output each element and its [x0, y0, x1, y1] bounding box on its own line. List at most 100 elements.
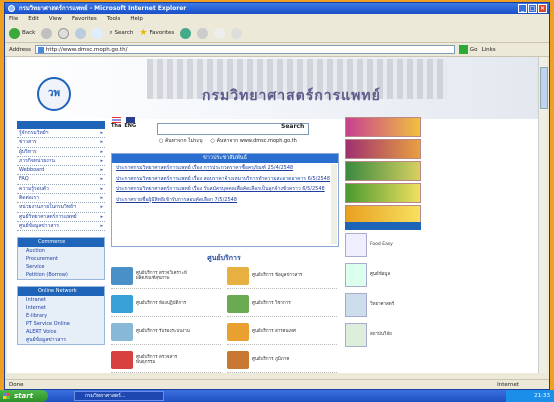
nav-item[interactable]: ผู้บริหาร: [17, 148, 105, 157]
menu-view[interactable]: View: [49, 14, 62, 24]
online-item[interactable]: Intranet: [18, 296, 104, 304]
news-item[interactable]: ประกาศกรมวิทยาศาสตร์การแพทย์ เรื่อง การป…: [112, 163, 338, 174]
lang-tha[interactable]: Tha: [111, 117, 121, 129]
nav-item[interactable]: ติดต่อเรา: [17, 194, 105, 204]
service-card[interactable]: ศูนย์บริการ สารสนเทศ: [227, 320, 337, 345]
commerce-item[interactable]: Auction: [18, 247, 104, 255]
taskbar-item[interactable]: กรมวิทยาศาสตร์...: [74, 391, 164, 401]
print-button[interactable]: [231, 27, 243, 39]
right-item-icon: [345, 263, 367, 287]
star-icon: ★: [139, 28, 148, 38]
service-icon: [227, 323, 249, 341]
commerce-item[interactable]: Petition (Borrow): [18, 271, 104, 279]
right-item-icon: [345, 233, 367, 257]
online-item[interactable]: ALERT Voice: [18, 328, 104, 336]
toolbar: Back ⌕ Search ★ Favorites: [5, 24, 549, 43]
nav-header: [17, 121, 105, 129]
online-item[interactable]: E-library: [18, 312, 104, 320]
start-button[interactable]: start: [0, 390, 48, 402]
service-icon: [111, 295, 133, 313]
menu-favorites[interactable]: Favorites: [72, 14, 97, 24]
menu-file[interactable]: File: [9, 14, 18, 24]
back-button[interactable]: Back: [9, 27, 35, 39]
go-button[interactable]: Go: [458, 45, 478, 54]
news-item[interactable]: ประกาศกรมวิทยาศาสตร์การแพทย์ เรื่อง รับส…: [112, 184, 338, 195]
service-card[interactable]: ศูนย์บริการ ตรวจวิเคราะห์ผลิตภัณฑ์สุขภาพ: [111, 264, 221, 289]
search-button[interactable]: ⌕ Search: [109, 30, 133, 37]
news-item[interactable]: ประกาศรายชื่อผู้มีสิทธิเข้ารับการสอบคัดเ…: [112, 195, 338, 206]
commerce-item[interactable]: Procurement: [18, 255, 104, 263]
menu-edit[interactable]: Edit: [28, 14, 39, 24]
media-button[interactable]: [180, 27, 192, 39]
stop-button[interactable]: [58, 27, 70, 39]
services-title: ศูนย์บริการ: [207, 254, 241, 262]
site-logo[interactable]: วพ: [37, 77, 71, 111]
service-card[interactable]: ศูนย์บริการ ภูมิภาค: [227, 348, 337, 373]
nav-item[interactable]: รู้จักกรมวิทย์ฯ: [17, 129, 105, 139]
home-button[interactable]: [92, 27, 104, 39]
forward-button[interactable]: [41, 27, 53, 39]
news-scrollbar[interactable]: [331, 164, 337, 244]
menu-tools[interactable]: Tools: [107, 14, 121, 24]
nav-item[interactable]: หน่วยงานภายในกรมวิทย์ฯ: [17, 203, 105, 213]
ad-banner[interactable]: [345, 183, 421, 203]
window-title: กรมวิทยาศาสตร์การแพทย์ - Microsoft Inter…: [19, 5, 187, 12]
right-item[interactable]: Food Easy: [345, 230, 421, 260]
mail-button[interactable]: [214, 27, 226, 39]
refresh-button[interactable]: [75, 27, 87, 39]
history-button[interactable]: [197, 27, 209, 39]
ad-banner[interactable]: [345, 161, 421, 181]
page-scrollbar[interactable]: [538, 57, 548, 373]
nav-item[interactable]: ความรู้รอบตัว: [17, 185, 105, 195]
ad-banner[interactable]: [345, 139, 421, 159]
service-card[interactable]: ศูนย์บริการ วิชาการ: [227, 292, 337, 317]
service-card[interactable]: ศูนย์บริการ รับรองระบบงาน: [111, 320, 221, 345]
right-item[interactable]: วิทยาศาสตร์: [345, 290, 421, 320]
scrollbar-thumb[interactable]: [540, 67, 548, 109]
nav-item[interactable]: ภารกิจหน่วยงาน: [17, 157, 105, 167]
close-button[interactable]: ×: [538, 4, 547, 13]
nav-item[interactable]: ข่าวสาร: [17, 138, 105, 148]
clock: 21:33: [534, 393, 550, 399]
favorites-button[interactable]: ★ Favorites: [139, 28, 174, 38]
windows-logo-icon: [3, 393, 10, 399]
service-card[interactable]: ศูนย์บริการ ตรวจสารพันธุกรรม: [111, 348, 221, 373]
taskbar: start กรมวิทยาศาสตร์... 21:33: [0, 390, 554, 402]
commerce-item[interactable]: Service: [18, 263, 104, 271]
menu-help[interactable]: Help: [130, 14, 143, 24]
links-button[interactable]: Links: [482, 47, 496, 53]
news-item[interactable]: ประกาศกรมวิทยาศาสตร์การแพทย์ เรื่อง สอบร…: [112, 174, 338, 185]
right-panel-header: [345, 222, 421, 230]
right-item[interactable]: สถาบันวิจัย: [345, 320, 421, 350]
ad-banner[interactable]: [345, 117, 421, 137]
page-icon: [37, 47, 44, 53]
search-radio-web[interactable]: ค้นหาจาก ไม่ระบุ: [159, 137, 203, 145]
search-radio-site[interactable]: ค้นหาจาก www.dmsc.moph.go.th: [211, 137, 296, 145]
minimize-button[interactable]: _: [518, 4, 527, 13]
system-tray: 21:33: [506, 390, 554, 402]
site-search-button[interactable]: Search: [281, 123, 304, 130]
nav-item[interactable]: Webboard: [17, 166, 105, 176]
commerce-panel: Commerce Auction Procurement Service Pet…: [17, 237, 105, 281]
right-item-icon: [345, 323, 367, 347]
nav-item[interactable]: ศูนย์ข้อมูลข่าวสาร: [17, 222, 105, 232]
go-arrow-icon: [458, 45, 468, 54]
ad-banners: [345, 117, 421, 227]
service-icon: [111, 351, 133, 369]
maximize-button[interactable]: □: [528, 4, 537, 13]
service-card[interactable]: ศูนย์บริการ ข้อมูลข่าวสาร: [227, 264, 337, 289]
online-item[interactable]: PT Service Online: [18, 320, 104, 328]
lang-eng[interactable]: ENG: [124, 117, 136, 129]
right-item-icon: [345, 293, 367, 317]
address-bar: Address http://www.dmsc.moph.go.th/ Go L…: [5, 43, 549, 57]
ie-icon: [8, 5, 15, 12]
nav-item[interactable]: FAQ: [17, 175, 105, 185]
online-item[interactable]: Internet: [18, 304, 104, 312]
search-scope: ค้นหาจาก ไม่ระบุ ค้นหาจาก www.dmsc.moph.…: [159, 137, 297, 145]
left-nav: รู้จักกรมวิทย์ฯ ข่าวสาร ผู้บริหาร ภารกิจ…: [17, 121, 105, 346]
address-input[interactable]: http://www.dmsc.moph.go.th/: [34, 45, 455, 54]
online-item[interactable]: ศูนย์ข้อมูลข่าวสาร: [18, 336, 104, 344]
service-card[interactable]: ศูนย์บริการ ห้องปฏิบัติการ: [111, 292, 221, 317]
right-item[interactable]: ศูนย์ข้อมูล: [345, 260, 421, 290]
nav-item[interactable]: ศูนย์วิทยาศาสตร์การแพทย์: [17, 213, 105, 222]
